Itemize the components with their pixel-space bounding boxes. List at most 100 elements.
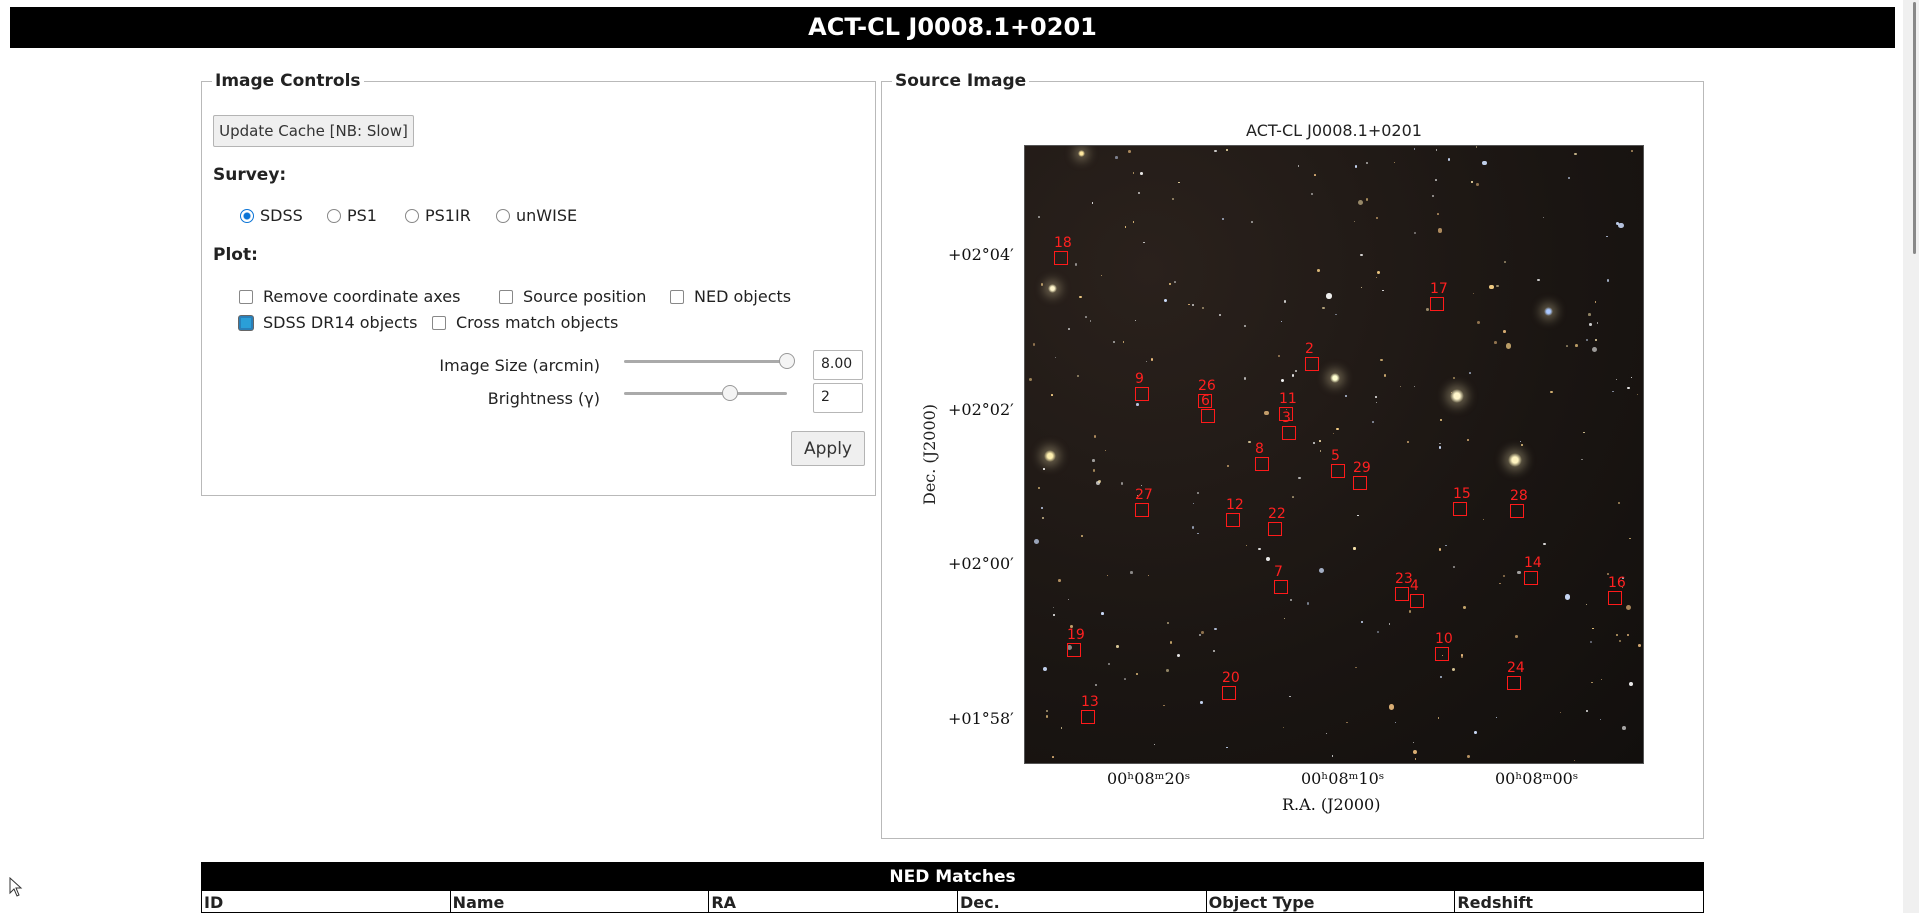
star (1519, 440, 1522, 443)
sdss-object-label: 22 (1268, 506, 1286, 522)
survey-radio-ps1ir[interactable]: PS1IR (405, 206, 471, 225)
star (1243, 325, 1246, 328)
sdss-object-marker (1222, 686, 1236, 700)
star (1361, 287, 1363, 289)
star (1132, 221, 1135, 224)
sdss-object-label: 29 (1353, 460, 1371, 476)
scrollbar-thumb[interactable] (1913, 2, 1916, 254)
survey-radio-unwise[interactable]: unWISE (496, 206, 577, 225)
brightness-slider-knob[interactable] (722, 385, 738, 401)
star (1372, 420, 1375, 423)
star (1258, 548, 1261, 551)
sdss-object-marker (1255, 457, 1269, 471)
apply-button[interactable]: Apply (791, 431, 865, 466)
star (1098, 480, 1102, 484)
sdss-object-marker (1510, 504, 1524, 518)
survey-radio-sdss[interactable]: SDSS (240, 206, 303, 225)
checkbox[interactable] (432, 315, 446, 330)
bright-star (1044, 450, 1056, 462)
star (1567, 176, 1571, 180)
star (1583, 431, 1586, 434)
checkbox[interactable] (239, 315, 253, 330)
image-size-input[interactable]: 8.00 (813, 350, 863, 380)
sdss-object-marker (1507, 676, 1521, 690)
update-cache-button[interactable]: Update Cache [NB: Slow] (213, 115, 414, 147)
star (1375, 276, 1378, 279)
star (1365, 197, 1369, 201)
star (1499, 582, 1501, 585)
star (1280, 378, 1285, 382)
survey-radio-ps1[interactable]: PS1 (327, 206, 377, 225)
star (1169, 640, 1173, 644)
star (1537, 278, 1540, 282)
star (1345, 394, 1348, 397)
radio-button[interactable] (405, 208, 419, 223)
column-header-object-type: Object Type (1207, 891, 1456, 912)
image-size-label: Image Size (arcmin) (439, 356, 600, 375)
star (1176, 654, 1180, 658)
star (1282, 726, 1285, 729)
checkbox[interactable] (670, 289, 684, 304)
checkbox-label: SDSS DR14 objects (263, 313, 418, 332)
plot-label: Plot: (213, 245, 258, 265)
star (1120, 482, 1124, 485)
star (1221, 218, 1224, 221)
sdss-object-label: 18 (1054, 235, 1072, 251)
star (1564, 594, 1571, 600)
source-position-checkbox[interactable]: Source position (499, 287, 646, 306)
star (1196, 491, 1200, 495)
sdss-object-marker (1226, 513, 1240, 527)
radio-button[interactable] (240, 208, 254, 223)
ned-objects-checkbox[interactable]: NED objects (670, 287, 791, 306)
sdss-object-label: 20 (1222, 670, 1240, 686)
star (1504, 260, 1507, 263)
star (1453, 566, 1456, 569)
cross-match-checkbox[interactable]: Cross match objects (432, 313, 618, 332)
image-size-slider-track[interactable] (624, 360, 787, 363)
remove-axes-checkbox[interactable]: Remove coordinate axes (239, 287, 460, 306)
image-size-slider-knob[interactable] (779, 353, 795, 369)
star (1326, 293, 1332, 299)
star (1197, 533, 1199, 535)
radio-button[interactable] (327, 208, 341, 223)
star (1076, 374, 1079, 377)
sdss-object-marker (1410, 594, 1424, 608)
star (1163, 299, 1167, 303)
sdss-object-label: 19 (1067, 627, 1085, 643)
star (1336, 427, 1339, 431)
sdss-object-label: 15 (1453, 486, 1471, 502)
star (1573, 759, 1575, 761)
star (1619, 639, 1622, 642)
sdss-object-marker (1135, 503, 1149, 517)
survey-option-label: SDSS (260, 206, 303, 225)
vertical-scrollbar[interactable] (1903, 0, 1919, 913)
star (1376, 216, 1379, 220)
star (1408, 610, 1412, 613)
brightness-slider-track[interactable] (624, 392, 787, 395)
sdss-object-marker (1067, 643, 1081, 657)
checkbox[interactable] (239, 289, 253, 304)
radio-button[interactable] (496, 208, 510, 223)
star (1043, 667, 1048, 671)
star (1312, 441, 1316, 445)
star (1134, 319, 1136, 322)
sdss-object-marker (1608, 591, 1622, 605)
star (1592, 627, 1594, 629)
star (1482, 160, 1488, 166)
brightness-input[interactable]: 2 (813, 383, 863, 413)
y-tick-label: +02°00′ (948, 554, 1014, 573)
star (1606, 235, 1608, 238)
star (1037, 486, 1041, 490)
star (1637, 644, 1641, 648)
star (1200, 701, 1203, 704)
star (1055, 357, 1057, 359)
star (1388, 703, 1395, 710)
star (1094, 683, 1097, 687)
checkbox[interactable] (499, 289, 513, 304)
sdss-objects-checkbox[interactable]: SDSS DR14 objects (239, 313, 417, 332)
survey-option-label: PS1 (347, 206, 377, 225)
star (1636, 394, 1638, 396)
star (1611, 390, 1614, 393)
star (1627, 386, 1630, 389)
star (1214, 627, 1218, 631)
